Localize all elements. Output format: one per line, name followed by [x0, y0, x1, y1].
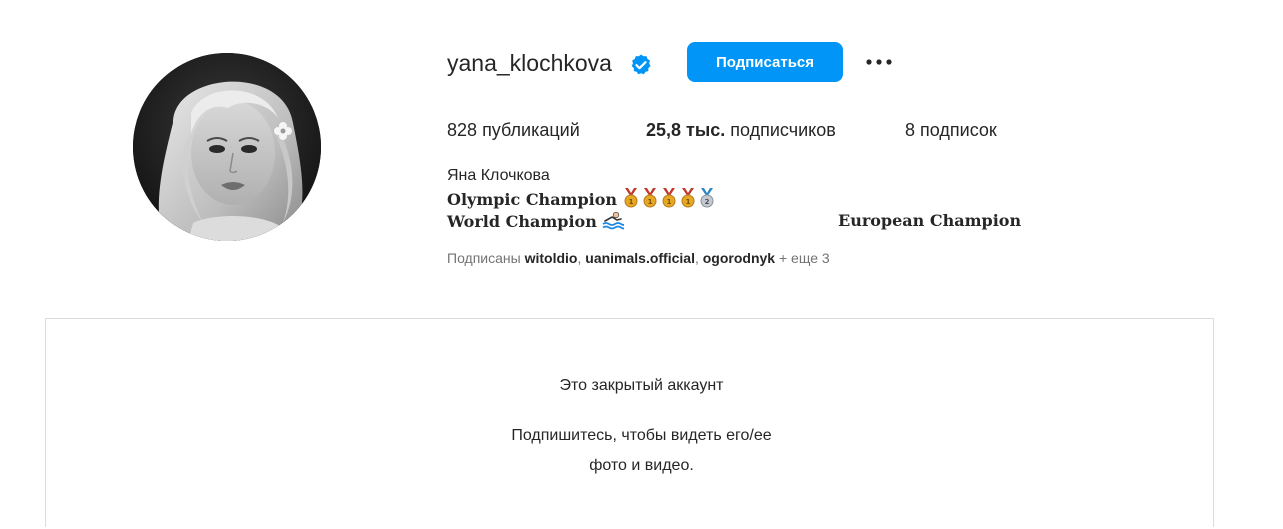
svg-text:1: 1 [628, 198, 633, 206]
bio-line-olympic: Olympic Champion 1 1 1 1 2 [447, 188, 719, 211]
posts-count: 828 [447, 120, 478, 140]
private-subtitle-line1: Подпишитесь, чтобы видеть его/ее [511, 427, 772, 444]
private-account-subtitle: Подпишитесь, чтобы видеть его/ее фото и … [0, 421, 1283, 481]
more-options-icon [866, 59, 892, 65]
following-stat[interactable]: 8 подписок [905, 118, 997, 142]
posts-stat: 828 публикаций [447, 118, 580, 142]
follow-button[interactable]: Подписаться [687, 42, 843, 82]
following-label: подписок [920, 120, 997, 140]
bio-world-text: World Champion [447, 212, 597, 231]
bio-olympic-text: Olympic Champion [447, 190, 618, 209]
followers-label: подписчиков [730, 120, 836, 140]
followed-by-account[interactable]: uanimals.official [585, 250, 695, 266]
private-account-title: Это закрытый аккаунт [559, 377, 724, 394]
profile-full-name: Яна Клочкова [447, 167, 550, 184]
verified-badge-icon [631, 54, 651, 75]
gold-medal-icon: 1 [681, 188, 695, 208]
profile-page: yana_klochkova Подписаться 828 публикаци… [0, 0, 1283, 529]
medals-row: 1 1 1 1 2 [617, 188, 719, 209]
followed-by-more[interactable]: + еще 3 [779, 250, 830, 266]
followed-by-account[interactable]: witoldio [525, 250, 578, 266]
svg-text:1: 1 [647, 198, 652, 206]
profile-username: yana_klochkova [447, 50, 612, 76]
silver-medal-icon: 2 [700, 188, 714, 208]
followed-by-account[interactable]: ogorodnyk [703, 250, 775, 266]
followers-count: 25,8 тыс. [646, 120, 726, 140]
followed-by-separator: , [694, 250, 703, 266]
swimmer-icon [602, 210, 625, 230]
followers-stat[interactable]: 25,8 тыс. подписчиков [646, 118, 836, 142]
bio-line-european: European Champion [838, 211, 1022, 230]
gold-medal-icon: 1 [624, 188, 638, 208]
svg-text:2: 2 [704, 198, 709, 206]
svg-text:1: 1 [666, 198, 671, 206]
followed-by-prefix: Подписаны [447, 250, 521, 266]
avatar-photo [133, 53, 321, 241]
followed-by[interactable]: Подписаны witoldio, uanimals.official, o… [447, 249, 830, 267]
private-subtitle-line2: фото и видео. [589, 457, 694, 474]
bio-line-world: World Champion [447, 210, 625, 233]
more-options-button[interactable] [862, 48, 896, 76]
svg-text:1: 1 [685, 198, 690, 206]
medals-icon: 1 1 1 1 2 [624, 188, 714, 208]
gold-medal-icon: 1 [643, 188, 657, 208]
profile-avatar[interactable] [133, 53, 321, 241]
posts-label: публикаций [482, 120, 580, 140]
following-count: 8 [905, 120, 916, 140]
gold-medal-icon: 1 [662, 188, 676, 208]
